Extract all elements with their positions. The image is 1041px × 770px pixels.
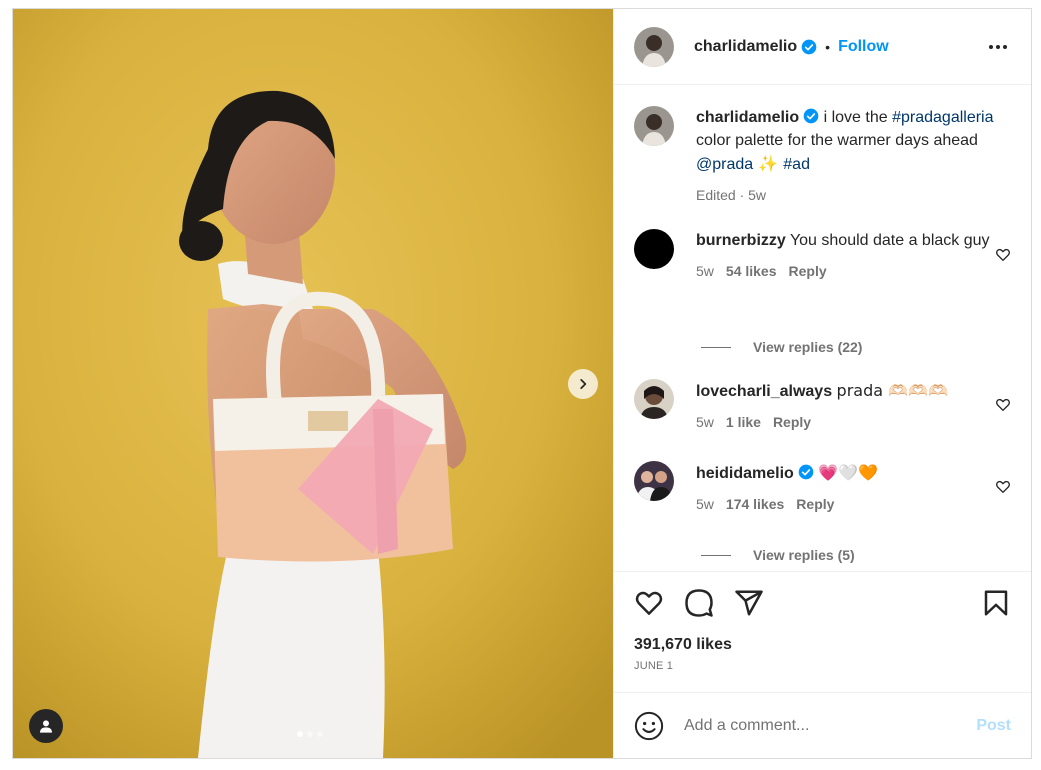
comment-likes[interactable]: 174 likes <box>726 493 784 516</box>
carousel-dot <box>307 731 313 737</box>
post-actions: 391,670 likes JUNE 1 <box>614 571 1031 694</box>
comment-username[interactable]: lovecharli_always <box>696 383 832 400</box>
post-date[interactable]: JUNE 1 <box>634 660 1011 672</box>
post-photo <box>13 9 613 758</box>
carousel-indicator <box>297 731 323 737</box>
comment-row: burnerbizzy You should date a black guy … <box>634 229 1011 283</box>
comment-meta: 5w 174 likes Reply <box>696 493 995 516</box>
post-media[interactable] <box>13 9 613 758</box>
caption-edited-time: Edited · 5w <box>696 187 767 203</box>
hashtag-link[interactable]: #ad <box>783 156 810 173</box>
mention-link[interactable]: @prada <box>696 156 753 173</box>
hashtag-link[interactable]: #pradagalleria <box>892 109 993 126</box>
caption-avatar[interactable] <box>634 106 674 146</box>
like-heart-icon[interactable] <box>634 588 664 618</box>
view-replies-line <box>701 554 731 556</box>
save-bookmark-icon[interactable] <box>981 588 1011 618</box>
comment-bubble-icon[interactable] <box>684 588 714 618</box>
view-replies-line <box>701 346 731 348</box>
comment-text: You should date a black guy <box>789 232 990 249</box>
more-dot-icon <box>996 44 1000 49</box>
post-header: charlidamelio • Follow <box>614 9 1031 85</box>
comment-like-heart-icon[interactable] <box>995 479 1011 495</box>
avatar-image <box>634 106 674 146</box>
caption-username[interactable]: charlidamelio <box>696 109 799 126</box>
comment-meta: 5w 54 likes Reply <box>696 260 995 283</box>
caption-text-part: color palette for the warmer days ahead <box>696 132 978 149</box>
comment-time[interactable]: 5w <box>696 493 714 516</box>
more-dot-icon <box>989 44 993 49</box>
avatar-image <box>634 379 674 419</box>
comment-body: heididamelio 💗🤍🧡 5w 174 likes Reply <box>696 461 995 516</box>
comment-text: prada 🫶🏻🫶🏻🫶🏻 <box>836 381 948 400</box>
user-icon <box>40 720 52 733</box>
add-comment-bar: Post <box>614 692 1031 758</box>
comment-row: heididamelio 💗🤍🧡 5w 174 likes Reply <box>634 461 1011 516</box>
caption-emoji: ✨ <box>753 154 784 173</box>
comment-meta: 5w 1 like Reply <box>696 411 995 434</box>
action-icons <box>634 572 1011 634</box>
comment-avatar[interactable] <box>634 461 674 501</box>
header-separator: • <box>825 38 831 55</box>
next-slide-button[interactable] <box>568 369 598 399</box>
verified-badge-icon <box>803 108 819 124</box>
view-replies-label: View replies (22) <box>753 339 863 355</box>
caption-meta: Edited · 5w <box>696 184 1011 207</box>
caption-row: charlidamelio i love the #pradagalleria … <box>634 106 1011 207</box>
more-options-button[interactable] <box>985 41 1011 53</box>
comment-avatar[interactable] <box>634 229 674 269</box>
reply-button[interactable]: Reply <box>773 411 811 434</box>
comment-input[interactable] <box>684 716 977 735</box>
comment-row: lovecharli_always prada 🫶🏻🫶🏻🫶🏻 5w 1 like… <box>634 379 1011 434</box>
comment-like-heart-icon[interactable] <box>995 247 1011 263</box>
view-replies-button[interactable]: View replies (22) <box>701 339 862 355</box>
likes-count[interactable]: 391,670 likes <box>634 636 1011 654</box>
verified-badge-icon <box>798 464 814 480</box>
tagged-users-button[interactable] <box>29 709 63 743</box>
reply-button[interactable]: Reply <box>789 260 827 283</box>
carousel-dot <box>317 731 323 737</box>
share-send-icon[interactable] <box>734 588 764 618</box>
author-avatar[interactable] <box>634 26 674 67</box>
view-replies-label: View replies (5) <box>753 547 855 563</box>
comment-body: lovecharli_always prada 🫶🏻🫶🏻🫶🏻 5w 1 like… <box>696 379 995 434</box>
view-replies-button[interactable]: View replies (5) <box>701 547 855 563</box>
avatar-image <box>634 26 674 67</box>
comment-username[interactable]: burnerbizzy <box>696 232 786 249</box>
author-username[interactable]: charlidamelio <box>694 38 797 56</box>
comment-time[interactable]: 5w <box>696 260 714 283</box>
post-container: charlidamelio • Follow charlidamelio i l… <box>12 8 1032 759</box>
follow-button[interactable]: Follow <box>838 38 889 56</box>
caption-body: charlidamelio i love the #pradagalleria … <box>696 106 1011 207</box>
comment-likes[interactable]: 54 likes <box>726 260 777 283</box>
avatar-image <box>634 461 674 501</box>
caption-text: charlidamelio i love the #pradagalleria … <box>696 106 1011 176</box>
comment-username[interactable]: heididamelio <box>696 465 794 482</box>
caption-text-part: i love the <box>819 109 893 126</box>
emoji-smile-icon[interactable] <box>634 711 664 741</box>
verified-badge-icon <box>801 39 817 54</box>
post-comment-button[interactable]: Post <box>976 717 1011 735</box>
comment-like-heart-icon[interactable] <box>995 397 1011 413</box>
carousel-dot-active <box>297 731 303 737</box>
chevron-right-icon <box>580 379 587 389</box>
comment-likes[interactable]: 1 like <box>726 411 761 434</box>
post-side-panel: charlidamelio • Follow charlidamelio i l… <box>613 9 1031 758</box>
comment-text: 💗🤍🧡 <box>818 463 879 482</box>
comment-body: burnerbizzy You should date a black guy … <box>696 229 995 283</box>
comments-section[interactable]: charlidamelio i love the #pradagalleria … <box>614 86 1031 570</box>
comment-time[interactable]: 5w <box>696 411 714 434</box>
reply-button[interactable]: Reply <box>796 493 834 516</box>
comment-avatar[interactable] <box>634 379 674 419</box>
avatar-image <box>634 229 674 269</box>
more-dot-icon <box>1003 44 1007 49</box>
